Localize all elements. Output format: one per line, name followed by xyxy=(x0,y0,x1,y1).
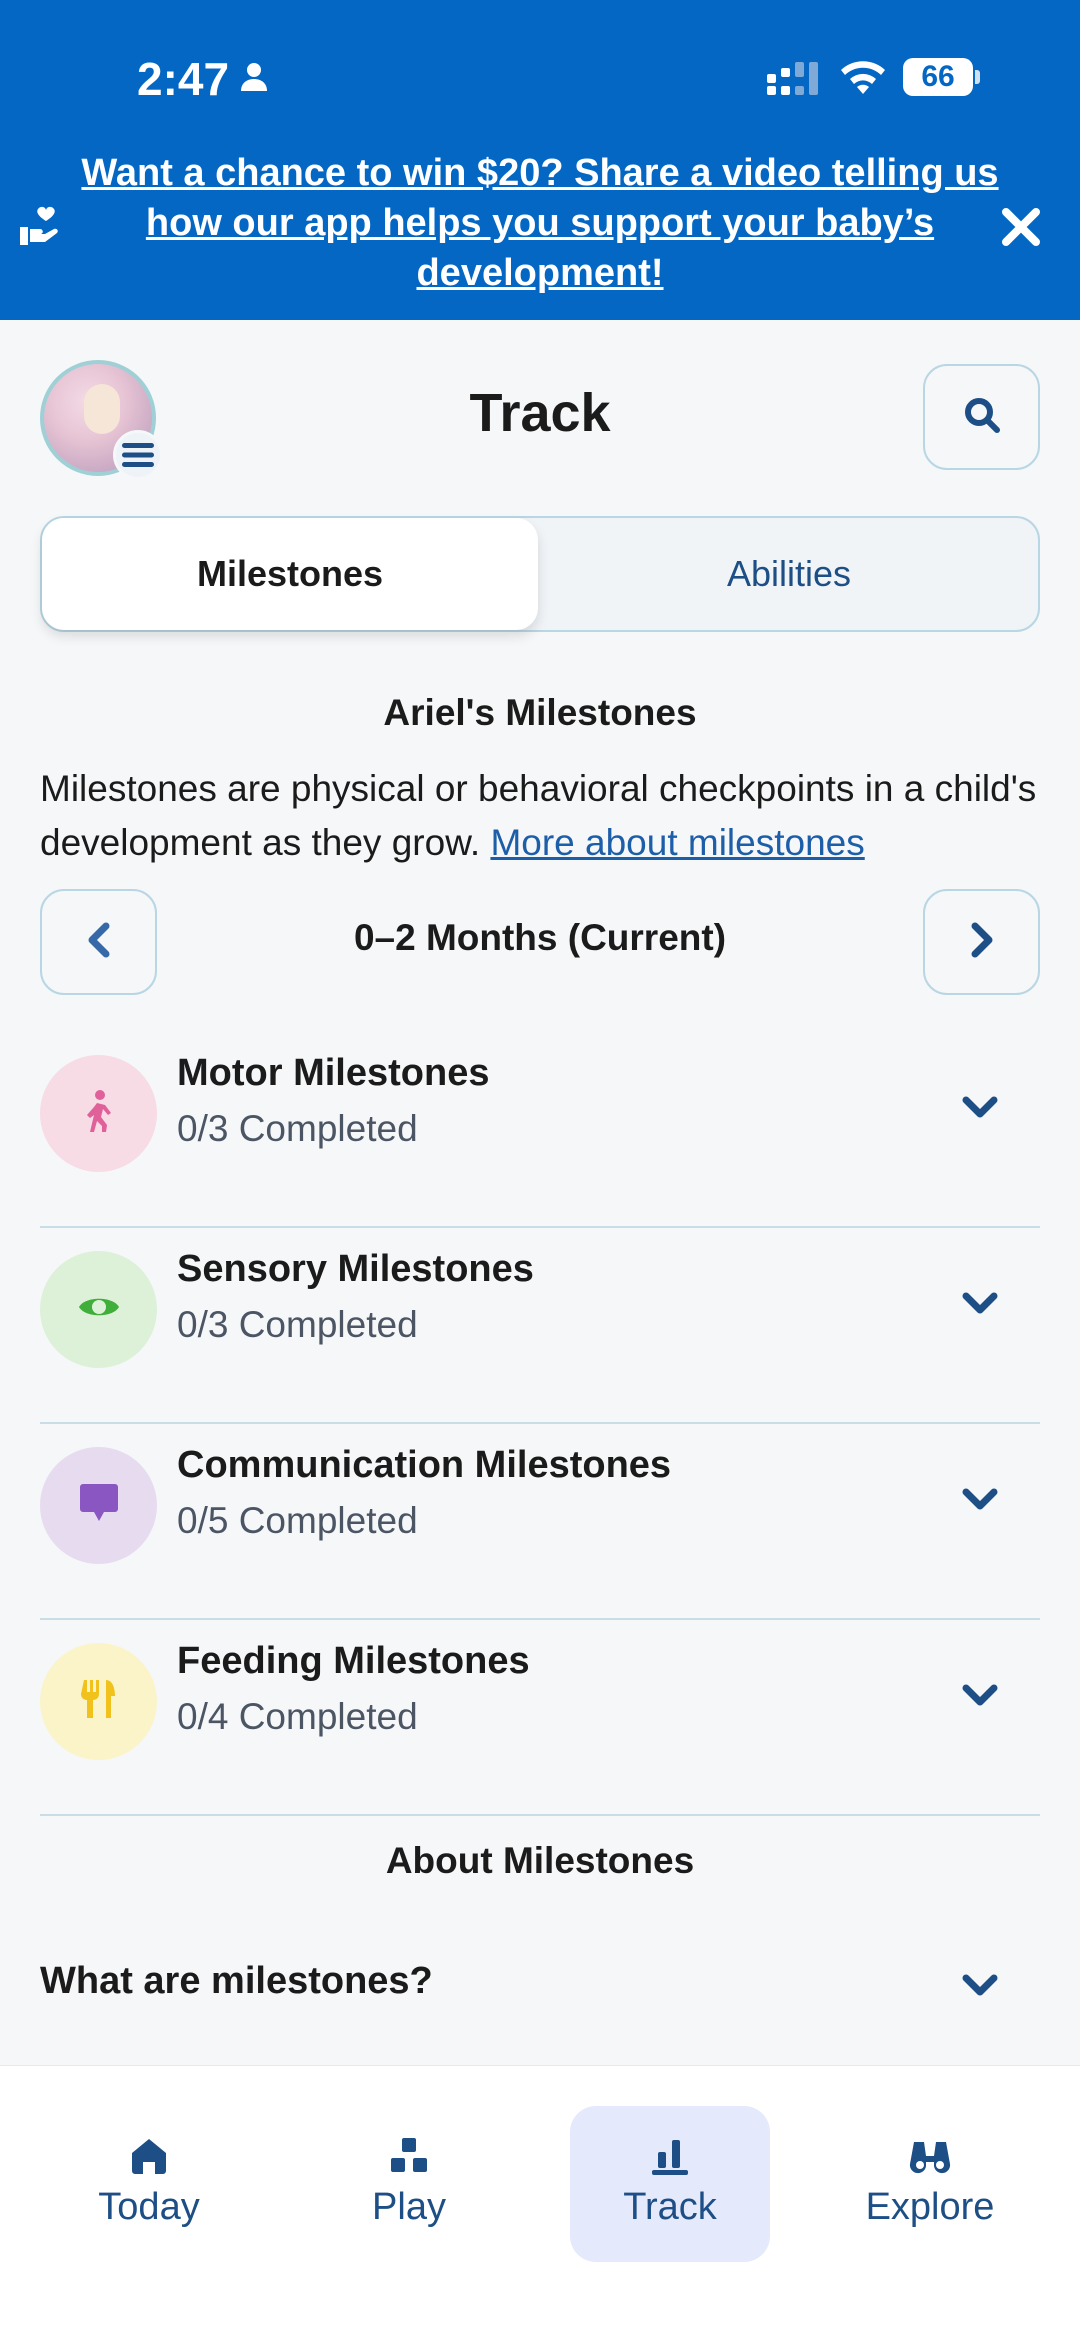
fork-knife-icon xyxy=(80,1678,118,1725)
tab-label: Track xyxy=(623,2186,717,2228)
speech-bubble-icon xyxy=(78,1483,120,1528)
milestone-row-communication[interactable]: Communication Milestones 0/5 Completed xyxy=(40,1424,1040,1620)
promo-link[interactable]: Want a chance to win $20? Share a video … xyxy=(80,148,1000,298)
milestone-progress: 0/5 Completed xyxy=(177,1500,418,1541)
milestone-progress: 0/3 Completed xyxy=(177,1108,418,1149)
milestone-title: Motor Milestones xyxy=(177,1052,490,1094)
blocks-icon xyxy=(309,2136,509,2176)
tab-today[interactable]: Today xyxy=(49,2106,249,2262)
tab-milestones[interactable]: Milestones xyxy=(42,518,538,630)
tab-label: Today xyxy=(98,2186,200,2228)
person-icon xyxy=(238,60,270,97)
milestone-row-motor[interactable]: Motor Milestones 0/3 Completed xyxy=(40,1032,1040,1228)
section-description: Milestones are physical or behavioral ch… xyxy=(40,762,1050,870)
chevron-right-icon xyxy=(969,922,995,963)
close-icon[interactable] xyxy=(998,204,1044,255)
tab-play[interactable]: Play xyxy=(309,2106,509,2262)
milestone-row-sensory[interactable]: Sensory Milestones 0/3 Completed xyxy=(40,1228,1040,1424)
milestone-title: Feeding Milestones xyxy=(177,1640,530,1682)
home-icon xyxy=(49,2136,249,2176)
status-time: 2:47 xyxy=(137,53,230,105)
communication-icon-circle xyxy=(40,1447,157,1564)
eye-icon xyxy=(77,1292,121,1327)
battery-level: 66 xyxy=(903,58,973,96)
wifi-icon xyxy=(838,58,888,103)
section-title: Ariel's Milestones xyxy=(383,692,697,733)
about-title: About Milestones xyxy=(385,1840,695,1881)
binoculars-icon xyxy=(830,2136,1030,2176)
tab-label: Explore xyxy=(865,2186,995,2228)
search-icon xyxy=(962,395,1002,440)
more-about-milestones-link[interactable]: More about milestones xyxy=(490,822,864,863)
chevron-down-icon[interactable] xyxy=(960,1970,1000,2005)
feeding-icon-circle xyxy=(40,1643,157,1760)
chevron-down-icon[interactable] xyxy=(960,1484,1000,1519)
faq-question[interactable]: What are milestones? xyxy=(40,1960,433,2003)
milestone-title: Sensory Milestones xyxy=(177,1248,534,1290)
chevron-down-icon[interactable] xyxy=(960,1288,1000,1323)
battery-tip xyxy=(975,70,980,84)
milestone-progress: 0/4 Completed xyxy=(177,1696,418,1737)
milestone-row-feeding[interactable]: Feeding Milestones 0/4 Completed xyxy=(40,1620,1040,1816)
page-title: Track xyxy=(469,383,611,443)
chart-icon xyxy=(570,2136,770,2176)
tab-label: Play xyxy=(372,2186,446,2228)
search-button[interactable] xyxy=(923,364,1040,470)
milestone-progress: 0/3 Completed xyxy=(177,1304,418,1345)
age-range-label: 0–2 Months (Current) xyxy=(353,917,727,958)
sensory-icon-circle xyxy=(40,1251,157,1368)
chevron-down-icon[interactable] xyxy=(960,1092,1000,1127)
walking-person-icon xyxy=(81,1089,117,1138)
cellular-signal-icon xyxy=(765,62,825,101)
tab-explore[interactable]: Explore xyxy=(830,2106,1030,2262)
next-range-button[interactable] xyxy=(923,889,1040,995)
motor-icon-circle xyxy=(40,1055,157,1172)
milestone-title: Communication Milestones xyxy=(177,1444,672,1486)
hand-heart-icon xyxy=(18,205,62,252)
status-bar: 2:47 66 xyxy=(0,0,1080,150)
chevron-down-icon[interactable] xyxy=(960,1680,1000,1715)
tab-track[interactable]: Track xyxy=(570,2106,770,2262)
tab-abilities[interactable]: Abilities xyxy=(540,518,1038,630)
